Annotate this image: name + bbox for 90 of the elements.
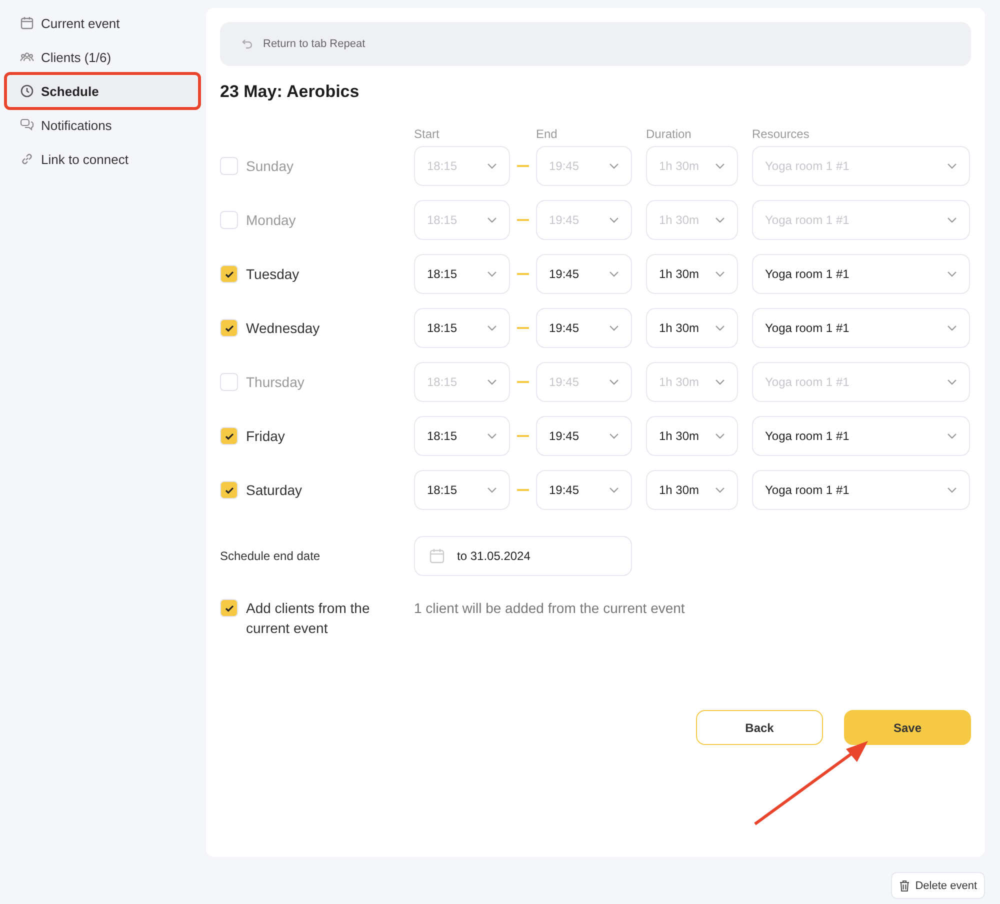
sidebar-item[interactable]: Notifications [8, 110, 197, 140]
sidebar-item[interactable]: Current event [8, 8, 197, 38]
chevron-down-icon [487, 325, 497, 331]
chevron-down-icon [947, 379, 957, 385]
checkbox[interactable] [220, 211, 238, 229]
chevron-down-icon [487, 433, 497, 439]
dropdown[interactable]: Yoga room 1 #1 [752, 470, 970, 510]
chevron-down-icon [609, 379, 619, 385]
column-header: Resources [752, 128, 810, 140]
checkmark-icon [224, 324, 234, 332]
chevron-down-icon [609, 487, 619, 493]
calendar-icon [429, 548, 445, 564]
day-label: Monday [246, 212, 296, 228]
day-label: Wednesday [246, 320, 320, 336]
chat-icon [20, 118, 34, 132]
clients-note: 1 client will be added from the current event [414, 599, 686, 618]
calendar-icon [20, 16, 34, 30]
save-button[interactable]: Save [844, 710, 971, 745]
sidebar-item[interactable]: Clients (1/6) [8, 42, 197, 72]
checkmark-icon [224, 270, 234, 278]
people-icon [20, 50, 34, 64]
checkbox[interactable] [220, 157, 238, 175]
chevron-down-icon [715, 325, 725, 331]
dropdown[interactable]: 18:15 [414, 416, 510, 456]
delete-event-button[interactable]: Delete event [891, 872, 985, 899]
chevron-down-icon [609, 271, 619, 277]
sidebar-item[interactable]: Schedule [8, 76, 197, 106]
chevron-down-icon [715, 433, 725, 439]
checkmark-icon [224, 486, 234, 494]
chevron-down-icon [487, 271, 497, 277]
dropdown[interactable]: 1h 30m [646, 470, 738, 510]
chevron-down-icon [487, 379, 497, 385]
column-header: Start [414, 128, 440, 140]
chevron-down-icon [609, 163, 619, 169]
dropdown[interactable]: Yoga room 1 #1 [752, 308, 970, 348]
day-label: Tuesday [246, 266, 300, 282]
dropdown[interactable]: 18:15 [414, 470, 510, 510]
dropdown[interactable]: 19:45 [536, 470, 632, 510]
chevron-down-icon [715, 217, 725, 223]
end-date-label: Schedule end date [220, 549, 322, 563]
checkbox[interactable] [220, 265, 238, 283]
column-header: Duration [646, 128, 692, 140]
link-icon [20, 152, 34, 166]
chevron-down-icon [609, 217, 619, 223]
chevron-down-icon [947, 217, 957, 223]
chevron-down-icon [947, 271, 957, 277]
dropdown[interactable]: Yoga room 1 #1 [752, 254, 970, 294]
checkmark-icon [224, 604, 234, 612]
chevron-down-icon [715, 379, 725, 385]
sidebar-item[interactable]: Link to connect [8, 144, 197, 174]
end-date-field[interactable]: to 31.05.2024 [414, 536, 632, 576]
chevron-down-icon [947, 163, 957, 169]
chevron-down-icon [715, 163, 725, 169]
dropdown[interactable]: 18:15 [414, 254, 510, 294]
event-title: 23 May: Aerobics [220, 82, 360, 102]
chevron-down-icon [609, 325, 619, 331]
dropdown[interactable]: Yoga room 1 #1 [752, 416, 970, 456]
day-label: Sunday [246, 158, 294, 174]
dropdown[interactable]: 19:45 [536, 308, 632, 348]
chevron-down-icon [609, 433, 619, 439]
return-icon [242, 39, 253, 49]
checkmark-icon [224, 432, 234, 440]
checkbox[interactable] [220, 373, 238, 391]
chevron-down-icon [947, 325, 957, 331]
chevron-down-icon [715, 271, 725, 277]
checkbox[interactable] [220, 427, 238, 445]
chevron-down-icon [487, 487, 497, 493]
chevron-down-icon [947, 433, 957, 439]
checkbox[interactable] [220, 319, 238, 337]
checkbox[interactable] [220, 481, 238, 499]
chevron-down-icon [947, 487, 957, 493]
chevron-down-icon [715, 487, 725, 493]
dropdown[interactable]: 1h 30m [646, 308, 738, 348]
chevron-down-icon [487, 163, 497, 169]
clock-icon [20, 84, 34, 98]
dropdown[interactable]: 1h 30m [646, 254, 738, 294]
return-link[interactable]: Return to tab Repeat [220, 22, 971, 66]
back-button[interactable]: Back [696, 710, 823, 745]
dropdown[interactable]: 19:45 [536, 254, 632, 294]
dropdown[interactable]: 1h 30m [646, 416, 738, 456]
checkbox[interactable] [220, 599, 238, 617]
column-header: End [536, 128, 558, 140]
day-label: Saturday [246, 482, 302, 498]
add-clients-label: Add clients from the current event [246, 599, 371, 638]
dropdown[interactable]: 18:15 [414, 308, 510, 348]
trash-icon [899, 880, 910, 892]
chevron-down-icon [487, 217, 497, 223]
dropdown[interactable]: 19:45 [536, 416, 632, 456]
day-label: Friday [246, 428, 285, 444]
day-label: Thursday [246, 374, 304, 390]
